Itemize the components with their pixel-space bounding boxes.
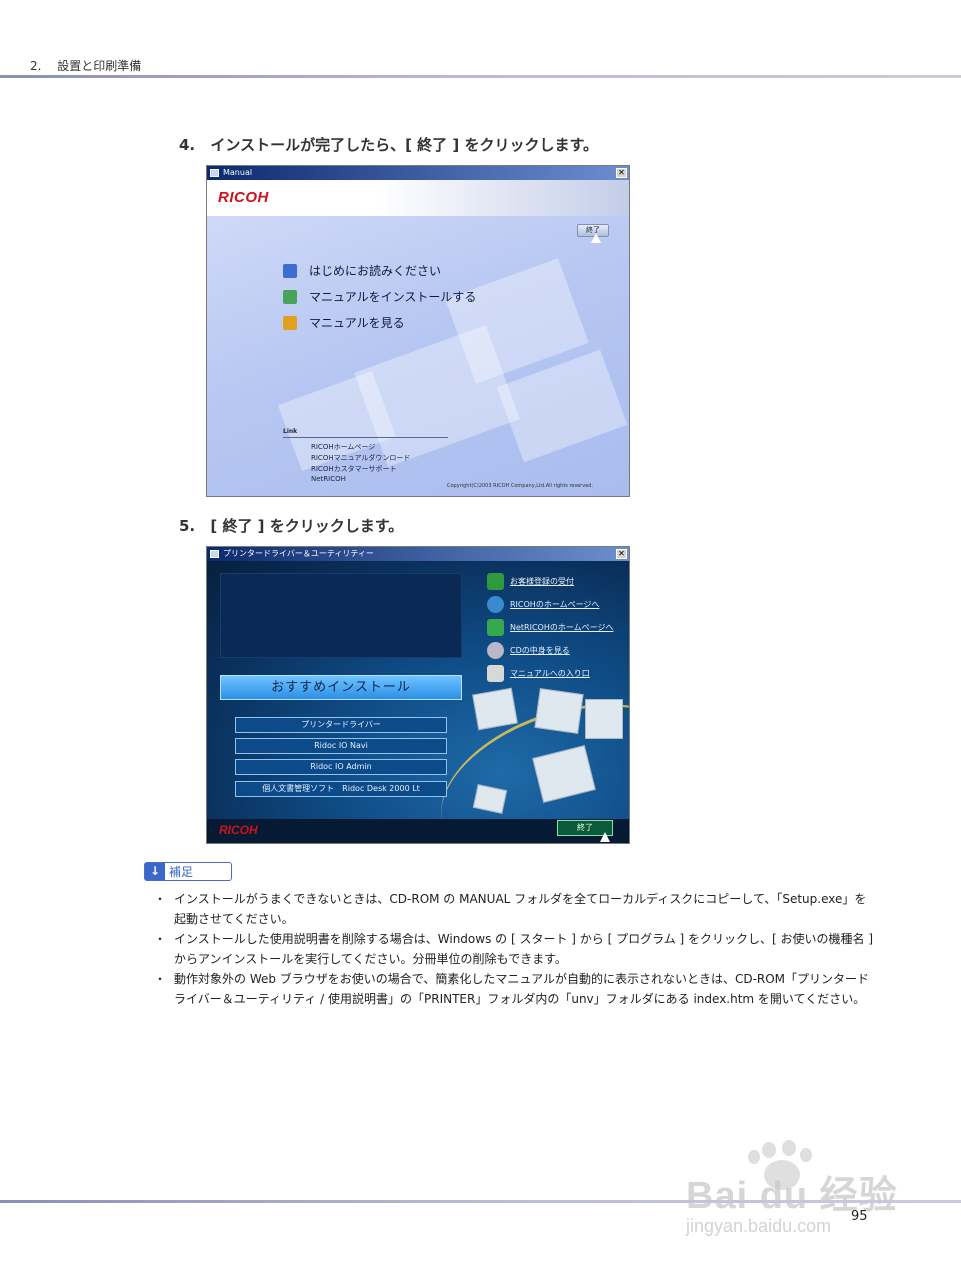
hint-badge: ↓ 補足	[144, 862, 232, 881]
menu-item-label: はじめにお読みください	[309, 264, 442, 278]
printer-driver-window-screenshot: プリンタードライバー＆ユーティリティー ✕ おすすめインストール プリンタードラ…	[206, 546, 630, 844]
hint-label: 補足	[169, 865, 194, 879]
ridoc-io-admin-button[interactable]: Ridoc IO Admin	[235, 759, 447, 775]
link-label: マニュアルへの入り口	[510, 669, 590, 678]
logo-bar: RICOH	[207, 180, 629, 216]
step-number: 4.	[179, 136, 196, 154]
header-rule	[0, 75, 961, 78]
step-number: 5.	[179, 517, 196, 535]
manual-icon	[487, 665, 504, 682]
window-title: プリンタードライバー＆ユーティリティー	[223, 549, 374, 558]
close-icon[interactable]: ✕	[616, 168, 627, 178]
paw-icon	[748, 1150, 760, 1164]
note-item: インストールした使用説明書を削除する場合は、Windows の [ スタート ]…	[154, 930, 876, 969]
ridoc-io-navi-button[interactable]: Ridoc IO Navi	[235, 738, 447, 754]
paw-icon	[782, 1140, 796, 1156]
window-title: Manual	[223, 168, 253, 177]
description-panel	[220, 573, 462, 658]
net-icon	[487, 619, 504, 636]
menu-item-label: マニュアルをインストールする	[309, 290, 477, 304]
step-4: 4. インストールが完了したら、[ 終了 ] をクリックします。	[179, 134, 598, 155]
link-ricoh-home[interactable]: RICOHホームページ	[311, 442, 375, 452]
decorative-box	[472, 687, 518, 731]
link-label: CDの中身を見る	[510, 646, 570, 655]
paw-icon	[800, 1148, 812, 1162]
note-item: 動作対象外の Web ブラウザをお使いの場合で、簡素化したマニュアルが自動的に表…	[154, 970, 876, 1009]
manual-window-screenshot: Manual ✕ RICOH 終了 はじめにお読みください マニュアルをインスト…	[206, 165, 630, 497]
mouse-cursor-icon	[600, 832, 610, 842]
menu-item-view-manual[interactable]: マニュアルを見る	[283, 314, 405, 331]
globe-icon	[487, 596, 504, 613]
window-titlebar: Manual ✕	[207, 166, 629, 180]
link-netricoh-homepage[interactable]: NetRICOHのホームページへ	[487, 619, 613, 636]
step-5: 5. [ 終了 ] をクリックします。	[179, 515, 403, 536]
menu-item-install-manual[interactable]: マニュアルをインストールする	[283, 288, 476, 305]
link-label: NetRICOHのホームページへ	[510, 623, 614, 632]
menu-item-read-first[interactable]: はじめにお読みください	[283, 262, 441, 279]
mouse-cursor-icon	[591, 233, 601, 243]
link-customer-registration[interactable]: お客様登録の受付	[487, 573, 574, 590]
section-title: 設置と印刷準備	[57, 59, 142, 73]
link-netricoh[interactable]: NetRICOH	[311, 475, 346, 483]
running-header: 2. 設置と印刷準備	[30, 57, 141, 74]
link-manual-entrance[interactable]: マニュアルへの入り口	[487, 665, 590, 682]
close-icon[interactable]: ✕	[616, 549, 627, 559]
down-arrow-icon: ↓	[145, 863, 165, 880]
window-app-icon	[210, 169, 219, 177]
link-ricoh-homepage[interactable]: RICOHのホームページへ	[487, 596, 599, 613]
paw-icon	[762, 1142, 776, 1158]
cd-icon	[487, 642, 504, 659]
link-label: お客様登録の受付	[510, 577, 574, 586]
decorative-box	[534, 688, 584, 734]
printer-driver-window-body: おすすめインストール プリンタードライバー Ridoc IO Navi Rido…	[207, 561, 629, 843]
footer-rule	[0, 1200, 961, 1203]
decorative-printer	[585, 699, 623, 739]
folder-icon	[283, 315, 297, 330]
book-icon	[283, 263, 297, 278]
page-number: 95	[851, 1209, 868, 1224]
watermark-url: jingyan.baidu.com	[686, 1216, 832, 1236]
window-app-icon	[210, 550, 219, 558]
hint-notes: インストールがうまくできないときは、CD-ROM の MANUAL フォルダを全…	[154, 890, 876, 1010]
note-item: インストールがうまくできないときは、CD-ROM の MANUAL フォルダを全…	[154, 890, 876, 929]
registration-icon	[487, 573, 504, 590]
ridoc-desk-button[interactable]: 個人文書管理ソフト Ridoc Desk 2000 Lt	[235, 781, 447, 797]
ricoh-logo: RICOH	[218, 189, 269, 206]
install-icon	[283, 289, 297, 304]
copyright-text: Copyright(C)2003 RICOH Company,Ltd.All r…	[447, 483, 594, 489]
baidu-watermark: Bai du 经验 jingyan.baidu.com	[680, 1140, 920, 1250]
step-text: インストールが完了したら、[ 終了 ] をクリックします。	[210, 136, 598, 154]
recommended-install-button[interactable]: おすすめインストール	[220, 675, 462, 700]
link-section-title: Link	[283, 428, 298, 435]
section-number: 2.	[30, 59, 42, 73]
link-divider	[283, 437, 448, 438]
link-manual-download[interactable]: RICOHマニュアルダウンロード	[311, 453, 410, 463]
link-customer-support[interactable]: RICOHカスタマーサポート	[311, 464, 396, 474]
window-titlebar: プリンタードライバー＆ユーティリティー ✕	[207, 547, 629, 561]
manual-window-body: 終了 はじめにお読みください マニュアルをインストールする マニュアルを見る L…	[207, 216, 629, 496]
link-label: RICOHのホームページへ	[510, 600, 600, 609]
menu-item-label: マニュアルを見る	[309, 316, 405, 330]
ricoh-logo: RICOH	[219, 823, 258, 837]
step-text: [ 終了 ] をクリックします。	[210, 517, 404, 535]
link-view-cd-contents[interactable]: CDの中身を見る	[487, 642, 570, 659]
printer-driver-button[interactable]: プリンタードライバー	[235, 717, 447, 733]
